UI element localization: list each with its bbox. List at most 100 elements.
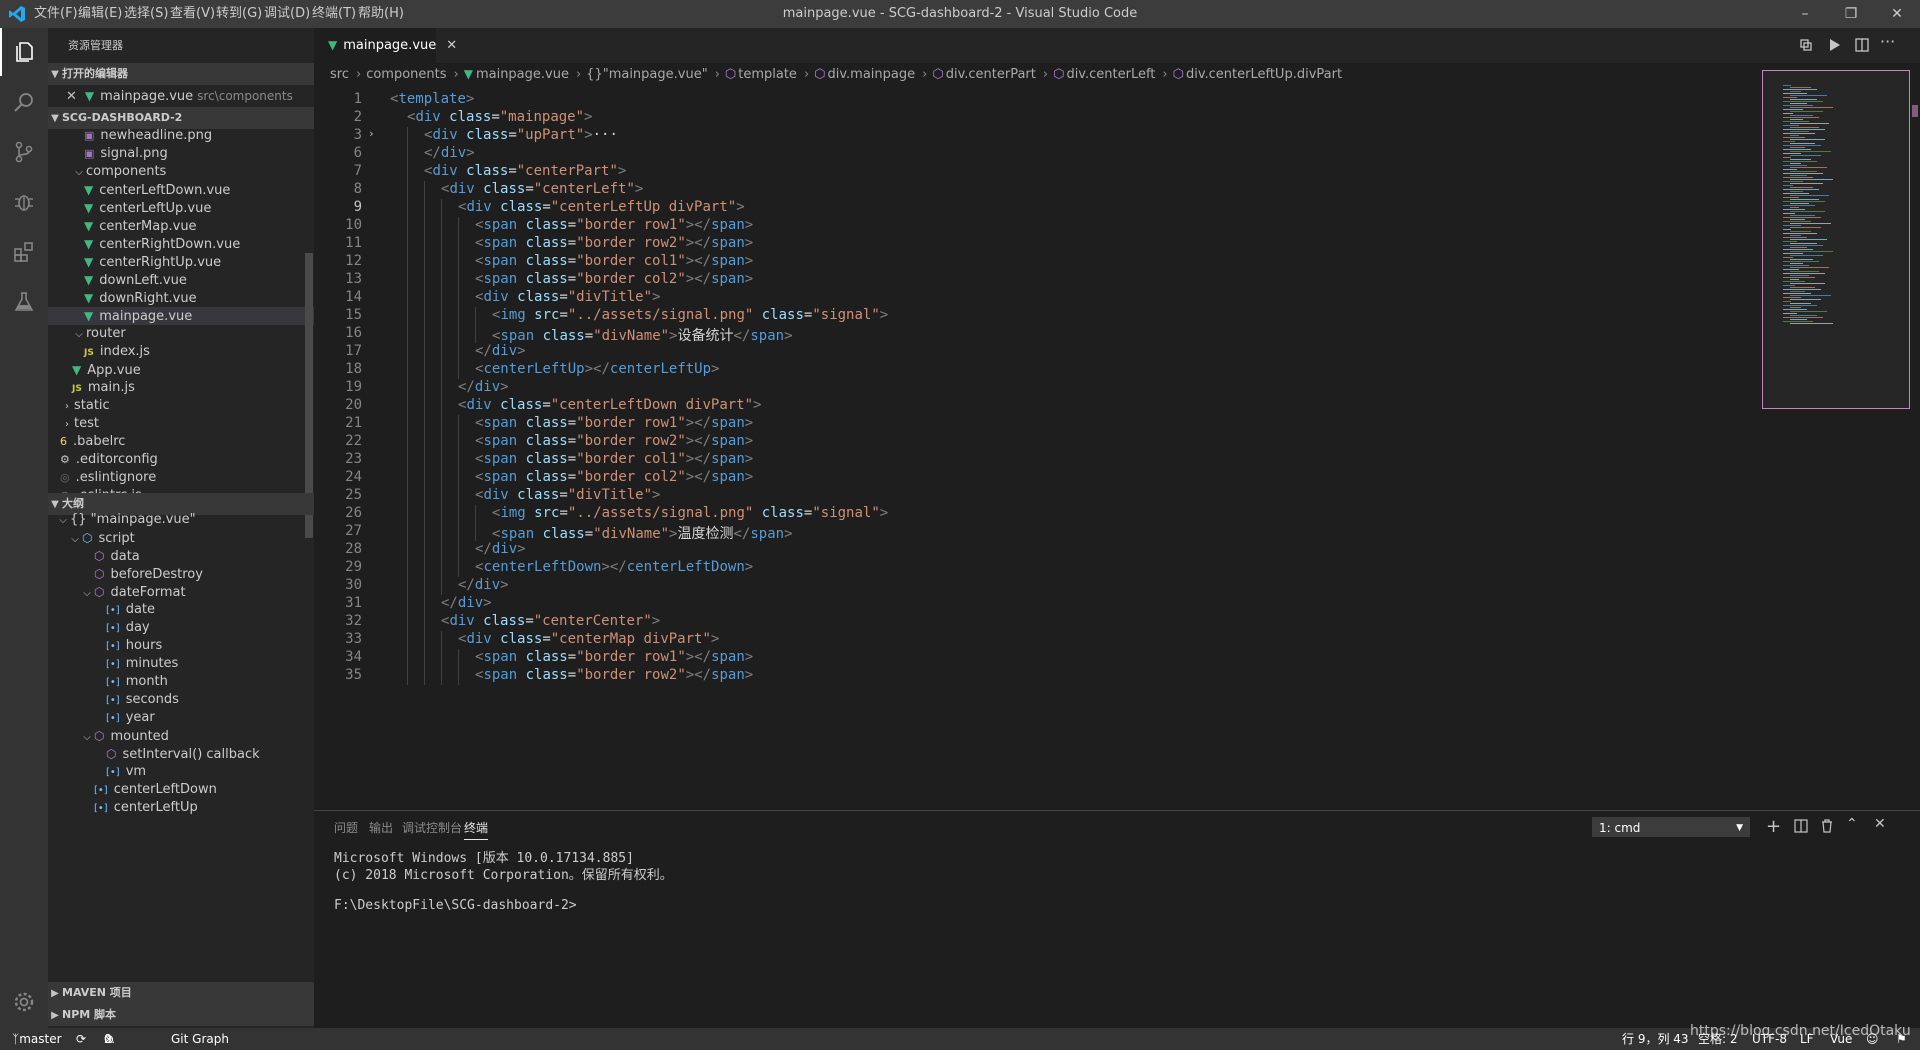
outline-item[interactable]: ⬡ data — [48, 547, 346, 565]
cursor-position[interactable]: 行 9，列 43 — [1622, 1028, 1689, 1050]
scroll-thumb[interactable] — [1912, 105, 1918, 117]
outline-item[interactable]: ⌵ ⬡ script — [48, 529, 334, 547]
outline-item[interactable]: [•] centerLeftDown — [48, 781, 346, 799]
sync-icon[interactable]: ⟳ — [76, 1028, 86, 1050]
code-token: = — [525, 181, 534, 197]
tree-item[interactable]: ▼ centerRightDown.vue — [48, 235, 350, 253]
panel-tab[interactable]: 终端 — [464, 819, 489, 840]
fold-chevron-icon[interactable]: › — [368, 127, 375, 140]
outline-item-label: vm — [125, 764, 147, 779]
more-actions-icon[interactable]: ··· — [1880, 32, 1895, 51]
settings-gear-icon[interactable] — [0, 978, 48, 1026]
code-line: <div class="centerMap divPart"> — [458, 631, 719, 647]
search-icon[interactable] — [0, 78, 48, 126]
outline-item[interactable]: [•] minutes — [48, 655, 358, 673]
breadcrumb-segment[interactable]: components — [366, 67, 446, 82]
line-number: 16 — [345, 325, 362, 341]
outline-item[interactable]: ⬡ setInterval() callback — [48, 745, 358, 763]
tree-item[interactable]: ▼ centerLeftDown.vue — [48, 181, 350, 199]
tree-item[interactable]: 6 .babelrc — [48, 433, 326, 451]
tree-item[interactable]: ▣ signal.png — [48, 145, 350, 163]
tree-item[interactable]: ▣ newheadline.png — [48, 127, 350, 145]
tree-item[interactable]: ⚙ .editorconfig — [48, 451, 326, 469]
restore-button[interactable]: ❐ — [1828, 0, 1874, 28]
minimize-button[interactable]: – — [1782, 0, 1828, 28]
git-graph-button[interactable]: Git Graph — [171, 1028, 229, 1050]
close-panel-icon[interactable]: ✕ — [1874, 816, 1886, 832]
panel-tab[interactable]: 问题 — [334, 819, 358, 836]
code-token: > — [784, 328, 793, 344]
outline-item[interactable]: [•] day — [48, 619, 358, 637]
close-icon[interactable]: ✕ — [66, 89, 77, 104]
trash-icon[interactable] — [1820, 819, 1834, 833]
close-window-button[interactable]: ✕ — [1874, 0, 1920, 28]
outline-item[interactable]: ⌵ ⬡ dateFormat — [48, 583, 346, 601]
debug-icon[interactable] — [0, 178, 48, 226]
code-editor[interactable]: 1 <template> 2 <div class="mainpage"> 3 › <div… — [314, 85, 1764, 810]
indent-guide — [424, 649, 425, 667]
outline-item[interactable]: [•] vm — [48, 763, 358, 781]
chevron-right-icon: ▶ — [51, 1010, 59, 1021]
breadcrumb-segment[interactable]: {}"mainpage.vue" — [586, 67, 708, 82]
split-editor-icon[interactable] — [1854, 37, 1870, 53]
breadcrumb-segment[interactable]: div.centerLeft — [1066, 67, 1155, 82]
indent-guide — [441, 559, 442, 577]
tab-mainpage[interactable]: ▼ mainpage.vue ✕ — [314, 28, 457, 63]
outline-item[interactable]: ⌵{} "mainpage.vue" — [48, 511, 322, 529]
breadcrumb-segment[interactable]: mainpage.vue — [476, 67, 569, 82]
editor-scrollbar[interactable] — [1910, 85, 1920, 810]
breadcrumb-segment[interactable]: div.centerPart — [946, 67, 1036, 82]
source-control-icon[interactable] — [0, 128, 48, 176]
new-terminal-icon[interactable]: + — [1766, 816, 1781, 837]
outline-item[interactable]: ⌵ ⬡ mounted — [48, 727, 346, 745]
tree-item[interactable]: ⌵ router — [48, 325, 338, 343]
breadcrumb: src › components › ▼ mainpage.vue › {}"mainpage… — [314, 63, 1920, 85]
breadcrumb-segment[interactable]: div.centerLeftUp.divPart — [1186, 67, 1342, 82]
code-token: span — [711, 451, 745, 467]
outline-item[interactable]: [•] date — [48, 601, 358, 619]
outline-item[interactable]: [•] seconds — [48, 691, 358, 709]
maximize-panel-icon[interactable]: ⌃ — [1846, 816, 1858, 832]
extensions-icon[interactable] — [0, 228, 48, 276]
test-flask-icon[interactable] — [0, 278, 48, 326]
breadcrumb-segment[interactable]: div.mainpage — [828, 67, 916, 82]
outline-item[interactable]: [•] month — [48, 673, 358, 691]
code-token: span — [711, 469, 745, 485]
element-icon: ⬡ — [724, 67, 737, 82]
indent-guide — [441, 433, 442, 451]
maven-header[interactable]: ▶ MAVEN 项目 — [48, 982, 314, 1004]
breadcrumb-segment[interactable]: template — [738, 67, 797, 82]
tree-item[interactable]: ◎ .eslintignore — [48, 469, 326, 487]
panel-tab[interactable]: 调试控制台 — [402, 819, 462, 836]
outline-item[interactable]: [•] hours — [48, 637, 358, 655]
tree-item[interactable]: ⌵ components — [48, 163, 338, 181]
outline-item[interactable]: [•] year — [48, 709, 358, 727]
branch-indicator[interactable]: ᛉ master — [12, 1028, 62, 1050]
tree-item[interactable]: JS main.js — [48, 379, 338, 397]
split-terminal-icon[interactable] — [1794, 819, 1808, 833]
outline-item[interactable]: [•] centerLeftUp — [48, 799, 346, 817]
tree-item[interactable]: ▼ centerMap.vue — [48, 217, 350, 235]
tree-item[interactable]: ▼ App.vue — [48, 361, 338, 379]
tree-item[interactable]: › static — [48, 397, 326, 415]
open-editor-item[interactable]: ✕ ▼ mainpage.vue src\components — [48, 85, 332, 107]
run-icon[interactable] — [1826, 37, 1842, 53]
open-editors-header[interactable]: ▼ 打开的编辑器 — [48, 63, 314, 85]
panel-tab[interactable]: 输出 — [369, 819, 393, 836]
tab-label: mainpage.vue — [343, 38, 437, 53]
open-changes-icon[interactable] — [1798, 37, 1814, 53]
close-tab-icon[interactable]: ✕ — [446, 38, 457, 53]
minimap[interactable] — [1762, 70, 1910, 409]
element-icon: ⬡ — [814, 67, 826, 82]
tree-item[interactable]: › test — [48, 415, 326, 433]
menu-item[interactable]: 帮助(H) — [351, 0, 411, 28]
code-token: "upPart" — [516, 127, 585, 143]
terminal-select[interactable]: 1: cmd ▼ — [1592, 817, 1750, 837]
code-token: div — [457, 595, 484, 611]
outline-item[interactable]: ⬡ beforeDestroy — [48, 565, 346, 583]
npm-header[interactable]: ▶ NPM 脚本 — [48, 1004, 314, 1026]
explorer-icon[interactable] — [0, 28, 48, 76]
breadcrumb-segment[interactable]: src — [330, 67, 349, 82]
project-header[interactable]: ▼ SCG-DASHBOARD-2 — [48, 107, 314, 129]
tree-item[interactable]: ▼ centerLeftUp.vue — [48, 199, 350, 217]
